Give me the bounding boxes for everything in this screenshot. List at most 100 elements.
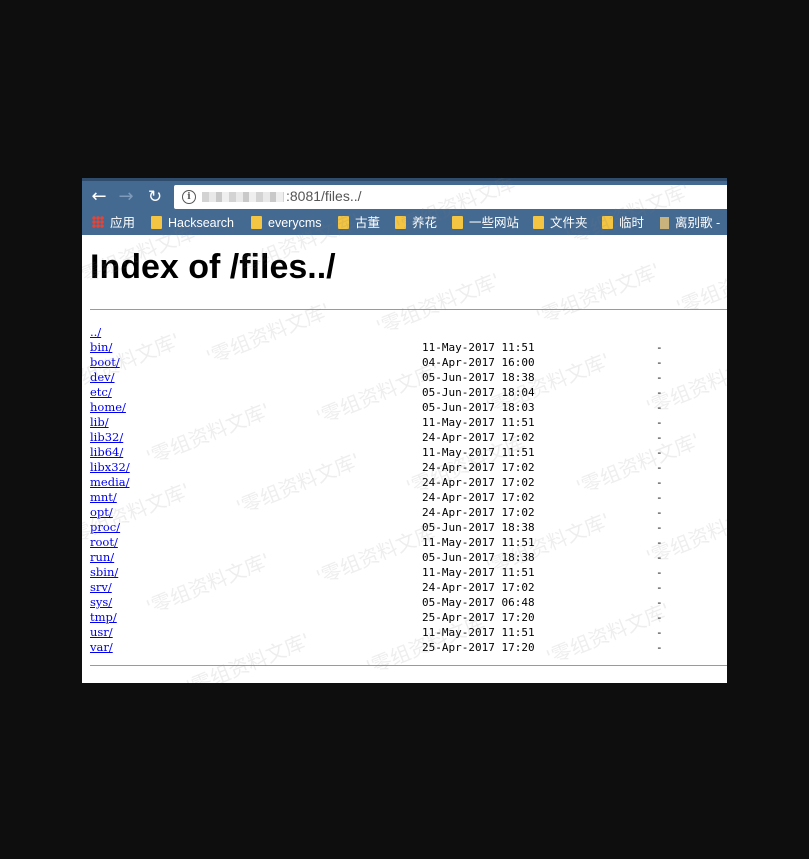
file-size: - — [656, 536, 663, 549]
modified-date: 05-Jun-2017 18:38 — [422, 521, 535, 534]
bookmark-everycms[interactable]: everycms — [251, 215, 321, 231]
file-size: - — [656, 626, 663, 639]
list-item: etc/05-Jun-2017 18:04 - — [90, 385, 727, 400]
file-size: - — [656, 371, 663, 384]
directory-link[interactable]: srv/ — [90, 580, 112, 595]
list-item: root/11-May-2017 11:51 - — [90, 535, 727, 550]
bookmark-label: everycms — [268, 216, 322, 230]
list-item: ../ — [90, 325, 727, 340]
modified-date: 05-Jun-2017 18:04 — [422, 386, 535, 399]
directory-link[interactable]: sys/ — [90, 595, 112, 610]
modified-date: 11-May-2017 11:51 — [422, 416, 535, 429]
modified-date: 24-Apr-2017 17:02 — [422, 581, 535, 594]
folder-icon — [602, 216, 613, 229]
directory-link[interactable]: opt/ — [90, 505, 113, 520]
divider — [90, 665, 727, 666]
list-item: proc/05-Jun-2017 18:38 - — [90, 520, 727, 535]
page-title: Index of /files../ — [90, 248, 336, 286]
modified-date: 24-Apr-2017 17:02 — [422, 461, 535, 474]
directory-link[interactable]: boot/ — [90, 355, 120, 370]
directory-link[interactable]: mnt/ — [90, 490, 117, 505]
list-item: boot/04-Apr-2017 16:00 - — [90, 355, 727, 370]
directory-link[interactable]: media/ — [90, 475, 129, 490]
divider — [90, 309, 727, 310]
folder-icon — [151, 216, 162, 229]
modified-date: 05-Jun-2017 18:03 — [422, 401, 535, 414]
file-size: - — [656, 386, 663, 399]
page-icon — [660, 217, 669, 229]
list-item: tmp/25-Apr-2017 17:20 - — [90, 610, 727, 625]
directory-link[interactable]: var/ — [90, 640, 113, 655]
page-content: Index of /files../ ../bin/11-May-2017 11… — [82, 235, 727, 683]
apps-grid-icon — [92, 216, 104, 228]
directory-link[interactable]: lib64/ — [90, 445, 123, 460]
bookmark-label: 临时 — [619, 216, 645, 230]
modified-date: 24-Apr-2017 17:02 — [422, 476, 535, 489]
arrow-left-icon[interactable]: ← — [88, 186, 110, 208]
list-item: var/25-Apr-2017 17:20 - — [90, 640, 727, 655]
file-size: - — [656, 491, 663, 504]
info-icon[interactable]: i — [182, 190, 196, 204]
list-item: usr/11-May-2017 11:51 - — [90, 625, 727, 640]
modified-date: 11-May-2017 11:51 — [422, 566, 535, 579]
modified-date: 11-May-2017 11:51 — [422, 446, 535, 459]
bookmark-label: 应用 — [110, 216, 136, 230]
list-item: home/05-Jun-2017 18:03 - — [90, 400, 727, 415]
reload-icon[interactable]: ↻ — [144, 186, 166, 208]
bookmark-websites[interactable]: 一些网站 — [452, 215, 519, 231]
folder-icon — [251, 216, 262, 229]
modified-date: 25-Apr-2017 17:20 — [422, 611, 535, 624]
directory-link[interactable]: etc/ — [90, 385, 112, 400]
bookmarks-bar: 应用 Hacksearch everycms 古董 养花 一些网站 文件夹 临时… — [82, 211, 727, 235]
file-size: - — [656, 416, 663, 429]
address-bar[interactable]: i :8081/files../ — [174, 185, 727, 209]
bookmark-page[interactable]: 离别歌 - — [660, 215, 720, 231]
modified-date: 25-Apr-2017 17:20 — [422, 641, 535, 654]
file-size: - — [656, 611, 663, 624]
directory-link[interactable]: dev/ — [90, 370, 115, 385]
list-item: lib32/24-Apr-2017 17:02 - — [90, 430, 727, 445]
directory-link[interactable]: lib/ — [90, 415, 109, 430]
address-text[interactable]: :8081/files../ — [286, 188, 362, 204]
bookmark-label: 古董 — [355, 216, 381, 230]
bookmark-folder[interactable]: 文件夹 — [533, 215, 588, 231]
modified-date: 24-Apr-2017 17:02 — [422, 431, 535, 444]
file-size: - — [656, 356, 663, 369]
directory-link[interactable]: lib32/ — [90, 430, 123, 445]
modified-date: 11-May-2017 11:51 — [422, 536, 535, 549]
browser-window: ← → ↻ i :8081/files../ 应用 Hacksearch eve… — [82, 178, 727, 683]
arrow-right-icon[interactable]: → — [115, 186, 137, 208]
modified-date: 24-Apr-2017 17:02 — [422, 491, 535, 504]
directory-link[interactable]: proc/ — [90, 520, 120, 535]
parent-directory-link[interactable]: ../ — [90, 325, 101, 340]
list-item: run/05-Jun-2017 18:38 - — [90, 550, 727, 565]
directory-link[interactable]: run/ — [90, 550, 114, 565]
directory-link[interactable]: sbin/ — [90, 565, 118, 580]
list-item: sys/05-May-2017 06:48 - — [90, 595, 727, 610]
list-item: libx32/24-Apr-2017 17:02 - — [90, 460, 727, 475]
directory-link[interactable]: bin/ — [90, 340, 112, 355]
directory-link[interactable]: libx32/ — [90, 460, 130, 475]
modified-date: 05-Jun-2017 18:38 — [422, 371, 535, 384]
file-size: - — [656, 596, 663, 609]
list-item: lib64/11-May-2017 11:51 - — [90, 445, 727, 460]
bookmark-hacksearch[interactable]: Hacksearch — [151, 215, 234, 231]
bookmark-apps[interactable]: 应用 — [92, 215, 135, 231]
modified-date: 11-May-2017 11:51 — [422, 341, 535, 354]
file-size: - — [656, 566, 663, 579]
directory-link[interactable]: usr/ — [90, 625, 113, 640]
blurred-host — [202, 192, 284, 202]
file-listing: ../bin/11-May-2017 11:51- boot/04-Apr-201… — [90, 325, 727, 655]
bookmark-temp[interactable]: 临时 — [602, 215, 644, 231]
directory-link[interactable]: tmp/ — [90, 610, 117, 625]
directory-link[interactable]: root/ — [90, 535, 118, 550]
bookmark-flowers[interactable]: 养花 — [395, 215, 437, 231]
file-size: - — [656, 446, 663, 459]
folder-icon — [533, 216, 544, 229]
directory-link[interactable]: home/ — [90, 400, 126, 415]
file-size: - — [656, 551, 663, 564]
file-size: - — [656, 521, 663, 534]
file-size: - — [656, 431, 663, 444]
bookmark-antiques[interactable]: 古董 — [338, 215, 380, 231]
modified-date: 05-Jun-2017 18:38 — [422, 551, 535, 564]
